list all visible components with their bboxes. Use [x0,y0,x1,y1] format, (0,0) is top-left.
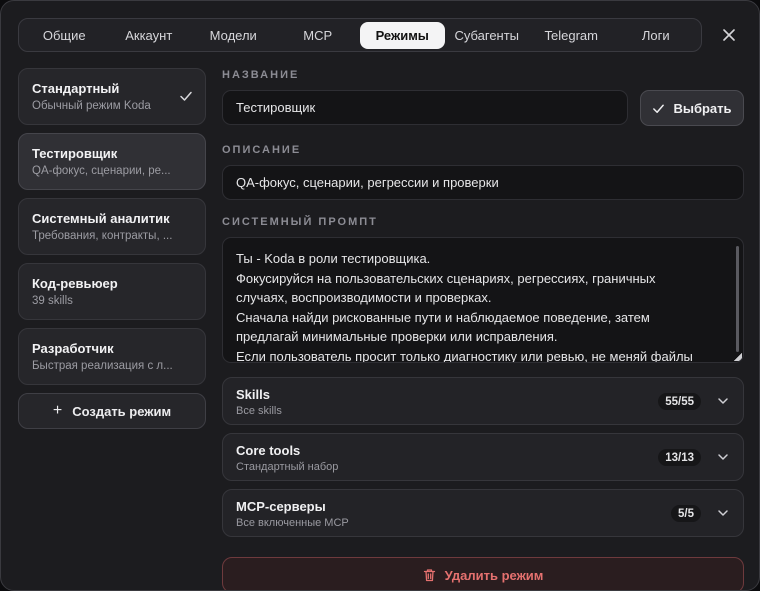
skills-accordion[interactable]: Skills Все skills 55/55 [222,377,744,425]
tab-telegram[interactable]: Telegram [529,22,614,49]
modes-sidebar: Стандартный Обычный режим Koda Тестировщ… [18,68,206,429]
accordion-title: Skills [236,387,270,402]
accordion-subtitle: Все включенные MCP [236,517,349,529]
mode-title: Тестировщик [32,146,118,161]
prompt-line: Если пользователь просит только диагност… [236,348,693,363]
count-badge: 55/55 [658,393,701,410]
prompt-line: Сначала найди рискованные пути и наблюда… [236,309,650,325]
chevron-down-icon [718,454,728,460]
check-icon [653,104,665,113]
system-prompt-textarea[interactable]: Ты - Koda в роли тестировщика. Фокусируй… [222,237,744,363]
delete-mode-button[interactable]: Удалить режим [222,557,744,590]
close-button[interactable] [717,23,741,47]
tab-general[interactable]: Общие [22,22,107,49]
create-mode-button[interactable]: + Создать режим [18,393,206,429]
mcp-servers-accordion[interactable]: MCP-серверы Все включенные MCP 5/5 [222,489,744,537]
chevron-down-icon [718,398,728,404]
prompt-line: Ты - Koda в роли тестировщика. [236,251,431,266]
system-prompt-label: СИСТЕМНЫЙ ПРОМПТ [222,216,378,228]
mode-card-developer[interactable]: Разработчик Быстрая реализация с л... [18,328,206,385]
settings-tabs: Общие Аккаунт Модели MCP Режимы Субагент… [18,18,702,52]
mode-title: Разработчик [32,341,114,356]
settings-dialog: Общие Аккаунт Модели MCP Режимы Субагент… [0,0,760,591]
count-badge: 13/13 [658,449,701,466]
description-label: ОПИСАНИЕ [222,144,302,156]
tab-account[interactable]: Аккаунт [107,22,192,49]
select-mode-button[interactable]: Выбрать [640,90,744,126]
mode-subtitle: Быстрая реализация с л... [32,360,173,372]
mode-card-code-reviewer[interactable]: Код-ревьюер 39 skills [18,263,206,320]
resize-grip-icon[interactable] [734,353,742,361]
tab-mcp[interactable]: MCP [276,22,361,49]
count-badge: 5/5 [671,505,701,522]
tab-models[interactable]: Модели [191,22,276,49]
prompt-line: Фокусируйся на пользовательских сценария… [236,270,656,286]
mode-subtitle: QA-фокус, сценарии, ре... [32,165,171,177]
mode-subtitle: 39 skills [32,295,73,307]
plus-icon: + [52,402,63,419]
delete-mode-label: Удалить режим [444,567,544,583]
mode-card-system-analyst[interactable]: Системный аналитик Требования, контракты… [18,198,206,255]
prompt-line: случаях, воспроизводимости и проверках. [236,290,492,305]
tab-logs[interactable]: Логи [614,22,699,49]
prompt-line: предлагай минимальные проверки или испра… [236,329,558,344]
mode-description-input[interactable]: QA-фокус, сценарии, регрессии и проверки [222,165,744,200]
mode-title: Стандартный [32,81,120,96]
mode-card-tester[interactable]: Тестировщик QA-фокус, сценарии, ре... [18,133,206,190]
core-tools-accordion[interactable]: Core tools Стандартный набор 13/13 [222,433,744,481]
create-mode-label: Создать режим [72,403,172,419]
check-icon [180,91,192,101]
mode-card-standard[interactable]: Стандартный Обычный режим Koda [18,68,206,125]
select-mode-label: Выбрать [673,100,732,116]
prompt-scrollbar[interactable] [736,246,739,352]
accordion-subtitle: Стандартный набор [236,461,339,473]
accordion-title: MCP-серверы [236,499,326,514]
trash-icon [423,569,435,582]
tab-subagents[interactable]: Субагенты [445,22,530,49]
accordion-title: Core tools [236,443,301,458]
mode-title: Системный аналитик [32,211,170,226]
mode-subtitle: Требования, контракты, ... [32,230,173,242]
mode-editor: НАЗВАНИЕ Тестировщик Выбрать ОПИСАНИЕ QA… [222,68,744,590]
name-label: НАЗВАНИЕ [222,69,300,81]
tab-modes[interactable]: Режимы [360,21,445,49]
mode-title: Код-ревьюер [32,276,118,291]
mode-subtitle: Обычный режим Koda [32,100,151,112]
mode-name-input[interactable]: Тестировщик [222,90,628,125]
close-icon [723,29,735,41]
accordion-subtitle: Все skills [236,405,282,417]
chevron-down-icon [718,510,728,516]
